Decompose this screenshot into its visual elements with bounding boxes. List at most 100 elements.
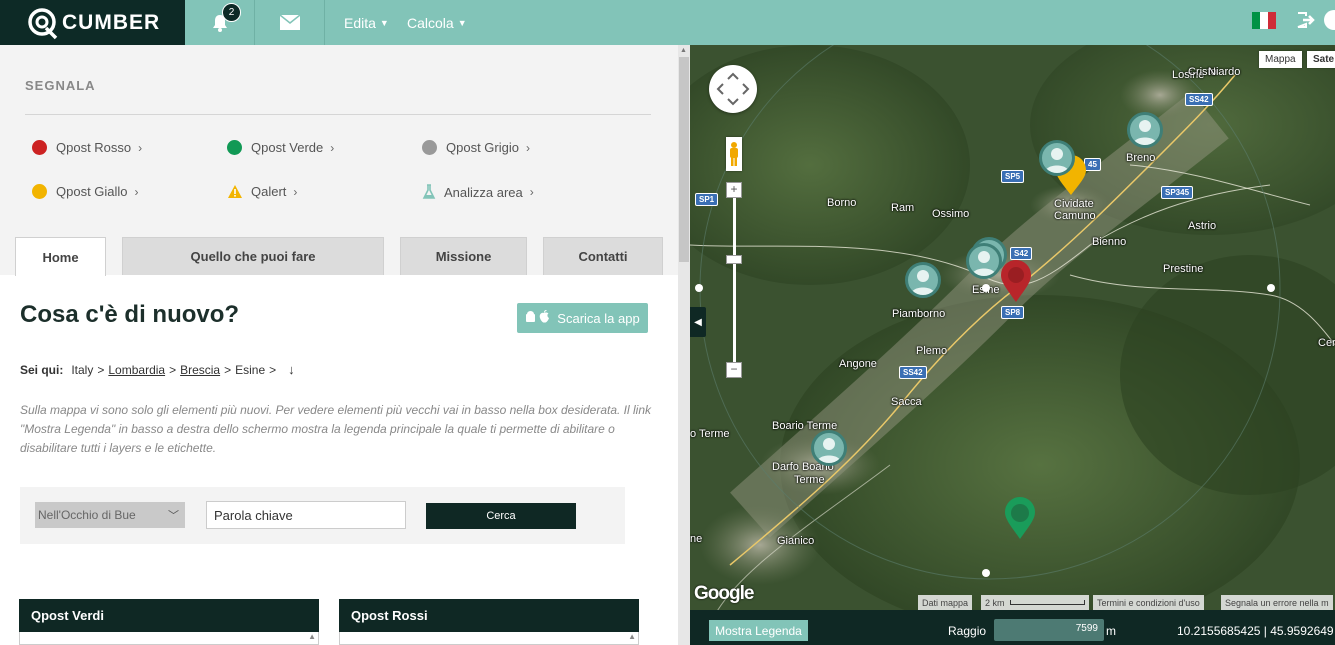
radius-handle[interactable] — [695, 284, 703, 292]
satellite-map[interactable]: Mappa Sate + − ◀ Losine Cristo Niardo Br… — [690, 45, 1335, 610]
zoom-in-button[interactable]: + — [726, 182, 742, 198]
road-shield: SP345 — [1161, 186, 1194, 199]
scroll-up-icon[interactable]: ▲ — [680, 47, 688, 54]
chevron-right-icon: › — [525, 140, 530, 155]
user-avatar-marker[interactable] — [1039, 140, 1075, 176]
breadcrumb-brescia[interactable]: Brescia — [180, 363, 220, 377]
segnala-qpost-giallo[interactable]: Qpost Giallo › — [32, 184, 139, 199]
tab-missione[interactable]: Missione — [400, 237, 527, 275]
menu-edita[interactable]: Edita ▼ — [344, 0, 389, 45]
user-icon — [817, 438, 841, 463]
place-label: Terme — [794, 474, 825, 486]
place-label: Cer — [1318, 337, 1335, 349]
user-icon — [972, 251, 996, 276]
left-panel: SEGNALA Qpost Rosso › Qpost Verde › Qpos… — [0, 45, 690, 645]
logo[interactable]: CUMBER — [0, 0, 185, 45]
place-label: o Terme — [690, 428, 730, 440]
green-pin-marker[interactable] — [1003, 497, 1037, 539]
place-label: Breno — [1126, 152, 1156, 164]
language-flag-icon[interactable] — [1252, 12, 1276, 29]
map-data-link[interactable]: Dati mappa — [918, 595, 973, 610]
segnala-qalert[interactable]: Qalert › — [227, 184, 297, 199]
area-select[interactable]: Nell'Occhio di Bue ﹀ — [35, 502, 185, 528]
radius-center-handle[interactable] — [982, 284, 990, 292]
map-terms-link[interactable]: Termini e condizioni d'uso — [1093, 595, 1204, 610]
scale-bar — [1009, 600, 1085, 605]
messages-button[interactable] — [255, 0, 325, 45]
breadcrumb-lombardia[interactable]: Lombardia — [108, 363, 165, 377]
flask-icon — [422, 184, 436, 199]
place-label: Gianico — [777, 535, 815, 547]
pan-arrows-icon — [716, 72, 750, 106]
map-scale: 2 km — [981, 595, 1089, 610]
search-button[interactable]: Cerca — [426, 503, 576, 529]
arrow-down-icon[interactable]: ↓ — [288, 362, 295, 377]
user-avatar-marker[interactable] — [1127, 112, 1163, 148]
user-avatar-marker[interactable] — [905, 262, 941, 298]
page-title: Cosa c'è di nuovo? — [20, 301, 240, 328]
segnala-qpost-grigio[interactable]: Qpost Grigio › — [422, 140, 530, 155]
zoom-out-button[interactable]: − — [726, 362, 742, 378]
user-avatar-marker[interactable] — [966, 243, 1002, 279]
place-label: Angone — [839, 358, 877, 370]
qpost-verdi-title: Qpost Verdi — [19, 599, 319, 632]
chevron-right-icon: › — [529, 185, 534, 199]
radius-value: 7599 — [1075, 623, 1098, 634]
map-type-satellite[interactable]: Sate — [1307, 51, 1335, 68]
menu-calcola[interactable]: Calcola ▼ — [407, 0, 467, 45]
user-icon — [1045, 148, 1069, 173]
map-report-link[interactable]: Segnala un errore nella m — [1221, 595, 1333, 610]
place-label: Ossimo — [932, 208, 970, 220]
red-pin-marker[interactable] — [1000, 260, 1032, 302]
tab-home[interactable]: Home — [15, 237, 106, 276]
scroll-up-icon[interactable]: ▲ — [628, 632, 636, 641]
place-label: Ram — [891, 202, 915, 214]
road-shield: SS42 — [1185, 93, 1213, 106]
tab-contatti[interactable]: Contatti — [543, 237, 663, 275]
tab-quello-che-puoi-fare[interactable]: Quello che puoi fare — [122, 237, 384, 275]
chevron-right-icon: › — [330, 140, 335, 155]
segnala-qpost-verde[interactable]: Qpost Verde › — [227, 140, 334, 155]
keyword-input[interactable]: Parola chiave — [206, 501, 406, 529]
profile-icon[interactable] — [1324, 10, 1335, 30]
segnala-qpost-rosso[interactable]: Qpost Rosso › — [32, 140, 142, 155]
tab-bar: Home Quello che puoi fare Missione Conta… — [0, 237, 678, 276]
notifications-button[interactable]: 2 — [185, 0, 255, 45]
envelope-icon — [279, 15, 300, 30]
chevron-right-icon: › — [293, 184, 298, 199]
radius-handle[interactable] — [1267, 284, 1275, 292]
scroll-up-icon[interactable]: ▲ — [308, 632, 316, 641]
chevron-right-icon: › — [134, 184, 139, 199]
zoom-track[interactable] — [733, 195, 736, 368]
map-type-mappa[interactable]: Mappa — [1259, 51, 1302, 68]
download-app-button[interactable]: Scarica la app — [517, 303, 648, 333]
scrollbar-thumb[interactable] — [679, 57, 689, 262]
place-label: ne — [690, 533, 703, 545]
collapse-panel-button[interactable]: ◀ — [690, 307, 706, 337]
place-label: Borno — [827, 197, 857, 209]
breadcrumb-italy: Italy — [71, 362, 94, 377]
pan-control[interactable] — [709, 65, 757, 113]
breadcrumb-esine: Esine — [235, 362, 266, 377]
logout-icon[interactable] — [1296, 10, 1316, 30]
radius-handle[interactable] — [982, 569, 990, 577]
show-legend-button[interactable]: Mostra Legenda — [709, 620, 808, 641]
map-footer: Mostra Legenda Raggio 7599 m 10.21556854… — [690, 610, 1335, 645]
divider — [25, 114, 651, 115]
grey-dot-icon — [422, 140, 437, 155]
place-label: Bienno — [1092, 236, 1127, 248]
google-logo: Google — [694, 583, 754, 604]
place-label: Cividate — [1054, 198, 1094, 210]
yellow-dot-icon — [32, 184, 47, 199]
top-bar: CUMBER 2 Edita ▼ Calcola ▼ — [0, 0, 1335, 45]
warning-icon — [228, 185, 242, 198]
zoom-slider-handle[interactable] — [726, 255, 742, 264]
street-view-pegman-icon[interactable] — [726, 137, 742, 171]
radius-input[interactable]: 7599 — [994, 619, 1104, 641]
qpost-rossi-box: Qpost Rossi ▲ — [339, 599, 639, 645]
user-avatar-marker[interactable] — [811, 430, 847, 466]
place-label: Astrio — [1188, 220, 1217, 232]
scrollbar[interactable]: ▲ — [678, 45, 690, 645]
place-label: Niardo — [1208, 66, 1241, 78]
segnala-analizza-area[interactable]: Analizza area › — [422, 184, 534, 200]
